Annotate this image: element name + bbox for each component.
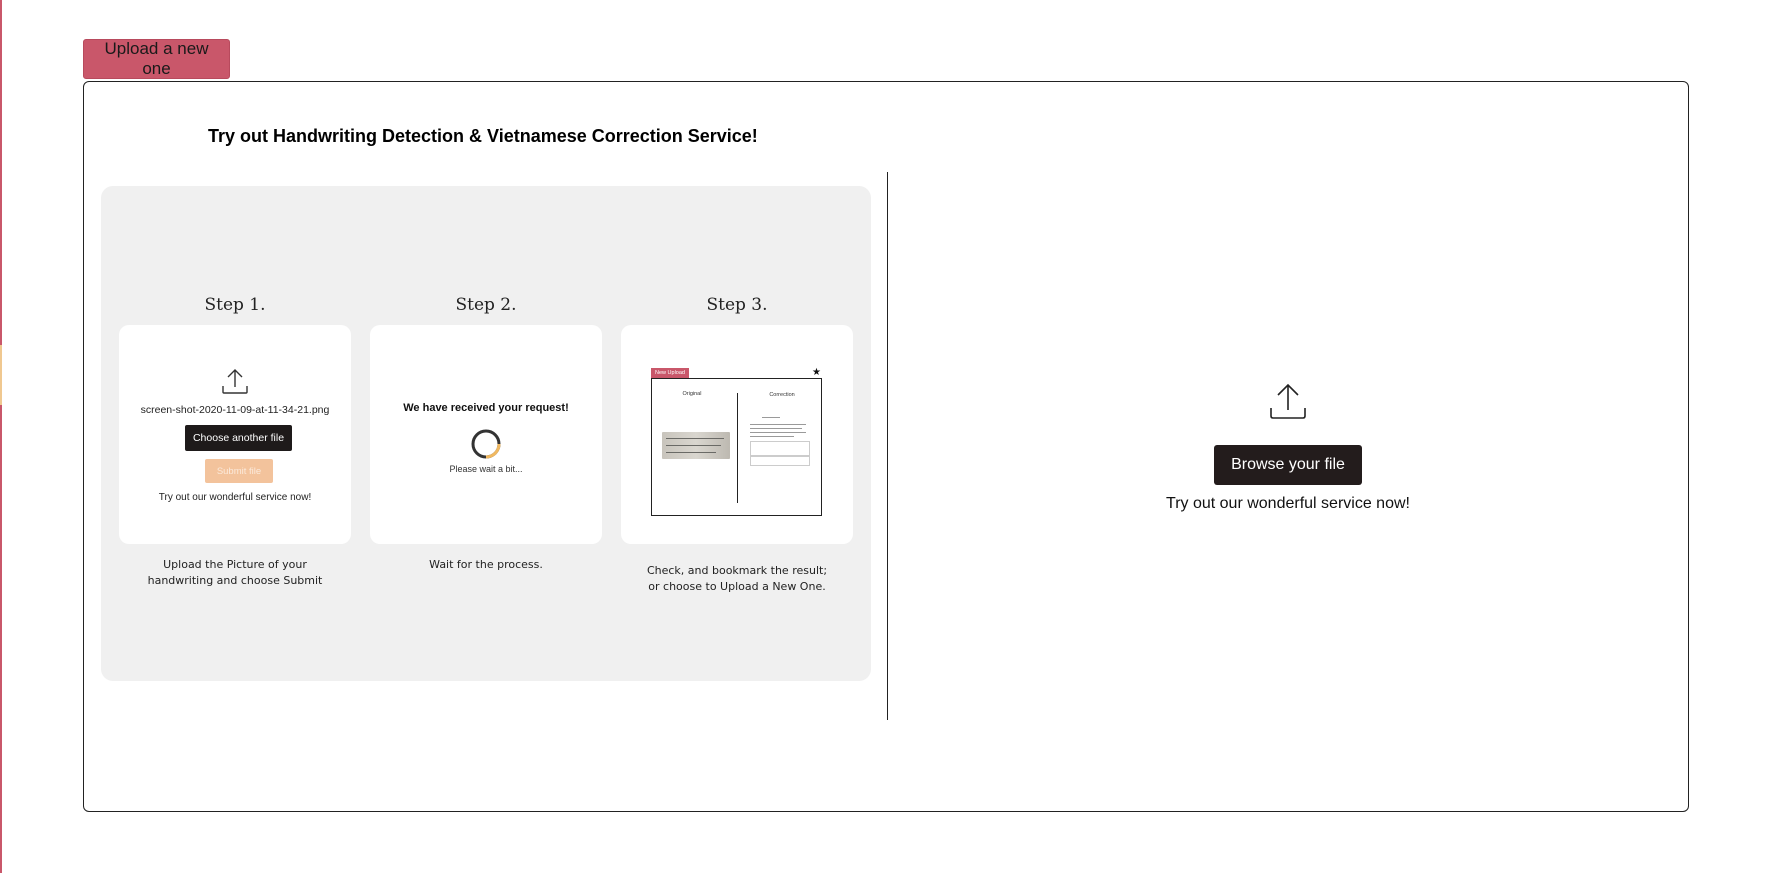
result-document: Original Correction: [651, 378, 822, 516]
vertical-divider: [887, 172, 888, 720]
left-edge-accent: [0, 345, 2, 405]
upload-icon: [1270, 383, 1306, 419]
upload-icon: [222, 369, 248, 394]
submit-file-button: Submit file: [205, 459, 273, 483]
caption-line: Upload the Picture of your: [163, 558, 307, 571]
received-heading: We have received your request!: [403, 402, 569, 414]
page-title: Try out Handwriting Detection & Vietname…: [208, 126, 758, 146]
correction-box: [750, 456, 810, 466]
caption-line: handwriting and choose Submit: [147, 574, 323, 587]
step-caption: Upload the Picture of your handwriting a…: [119, 557, 351, 589]
caption-line: Check, and bookmark the result;: [646, 564, 828, 577]
text-line: [762, 417, 780, 418]
loading-spinner-icon: [471, 429, 501, 459]
step-caption: Check, and bookmark the result; or choos…: [621, 563, 853, 595]
text-line: [750, 424, 806, 425]
text-line: [750, 436, 794, 437]
step-2-preview: We have received your request! Please wa…: [370, 325, 602, 544]
step-3-preview: New Upload ★ Original Correction: [621, 325, 853, 544]
step-caption: Wait for the process.: [370, 557, 602, 573]
choose-another-file-button: Choose another file: [185, 425, 292, 451]
correction-label: Correction: [769, 392, 795, 398]
step-1-preview: screen-shot-2020-11-09-at-11-34-21.png C…: [119, 325, 351, 544]
wait-text: Please wait a bit...: [449, 464, 523, 474]
column-divider: [737, 393, 738, 503]
main-card: Try out Handwriting Detection & Vietname…: [83, 81, 1689, 812]
browse-file-button[interactable]: Browse your file: [1214, 445, 1362, 485]
preview-tagline: Try out our wonderful service now!: [158, 492, 312, 503]
left-edge-strip: [0, 0, 2, 873]
upload-new-button[interactable]: Upload a new one: [83, 39, 230, 79]
correction-box: [750, 441, 810, 456]
original-label: Original: [682, 391, 702, 397]
star-icon: ★: [812, 367, 821, 378]
caption-line: or choose to Upload a New One.: [648, 580, 826, 593]
text-line: [750, 432, 806, 433]
caption-line: Wait for the process.: [429, 558, 543, 571]
upload-tagline: Try out our wonderful service now!: [1166, 495, 1410, 512]
new-upload-tag: New Upload: [651, 368, 689, 378]
text-line: [750, 428, 802, 429]
handwriting-image: [662, 432, 730, 459]
step-title: Step 1.: [204, 295, 266, 315]
selected-filename: screen-shot-2020-11-09-at-11-34-21.png: [140, 404, 330, 416]
step-title: Step 2.: [455, 295, 517, 315]
step-title: Step 3.: [706, 295, 768, 315]
guide-panel: Step 1. screen-shot-2020-11-09-at-11-34-…: [101, 186, 871, 681]
